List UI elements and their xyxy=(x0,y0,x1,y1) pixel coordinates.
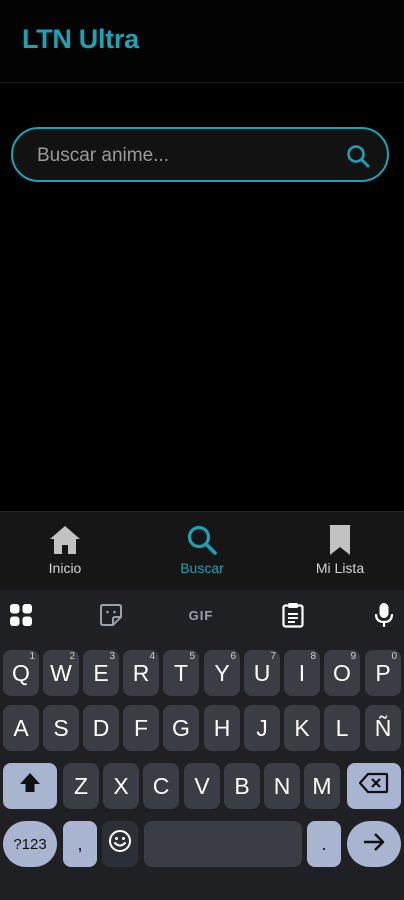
nav-label-inicio: Inicio xyxy=(48,560,82,576)
key-i[interactable]: I8 xyxy=(284,650,320,696)
key-g[interactable]: G xyxy=(163,705,199,751)
period-key[interactable]: . xyxy=(307,821,341,867)
shift-key[interactable] xyxy=(3,763,57,809)
symbols-key[interactable]: ?123 xyxy=(3,821,57,867)
gif-button[interactable]: GIF xyxy=(186,600,216,630)
clipboard-icon[interactable] xyxy=(278,600,308,630)
key-label: Y xyxy=(214,659,230,686)
key-j[interactable]: J xyxy=(244,705,280,751)
key-v[interactable]: V xyxy=(184,763,220,809)
key-d[interactable]: D xyxy=(83,705,119,751)
enter-key[interactable] xyxy=(347,821,401,867)
mic-icon[interactable] xyxy=(369,600,399,630)
app-header: LTN Ultra xyxy=(0,0,404,83)
sticker-icon[interactable] xyxy=(96,600,126,630)
key-q[interactable]: Q1 xyxy=(3,650,39,696)
nav-item-buscar[interactable]: Buscar xyxy=(147,524,257,576)
key-u[interactable]: U7 xyxy=(244,650,280,696)
key-hint: 5 xyxy=(189,651,195,662)
backspace-key[interactable] xyxy=(347,763,401,809)
key-label: T xyxy=(173,659,189,686)
search-icon xyxy=(147,524,257,556)
bookmark-icon xyxy=(285,524,395,556)
nav-item-inicio[interactable]: Inicio xyxy=(10,524,120,576)
key-label: I xyxy=(298,659,306,686)
key-m[interactable]: M xyxy=(304,763,340,809)
key-h[interactable]: H xyxy=(204,705,240,751)
key-label: P xyxy=(375,659,391,686)
arrow-right-icon xyxy=(362,831,386,858)
search-icon[interactable] xyxy=(345,143,371,169)
key-hint: 7 xyxy=(270,651,276,662)
key-w[interactable]: W2 xyxy=(43,650,79,696)
emoji-key[interactable] xyxy=(102,821,138,867)
key-hint: 9 xyxy=(350,651,356,662)
backspace-icon xyxy=(358,772,389,800)
emoji-icon xyxy=(108,829,132,859)
key-n[interactable]: N xyxy=(264,763,300,809)
search-input[interactable] xyxy=(35,129,339,182)
key-enye[interactable]: Ñ xyxy=(365,705,401,751)
key-hint: 2 xyxy=(69,651,75,662)
key-b[interactable]: B xyxy=(224,763,260,809)
key-label: U xyxy=(253,659,271,686)
key-hint: 1 xyxy=(29,651,35,662)
key-p[interactable]: P0 xyxy=(365,650,401,696)
key-label: W xyxy=(50,659,72,686)
key-label: Q xyxy=(12,659,30,686)
key-k[interactable]: K xyxy=(284,705,320,751)
home-icon xyxy=(10,524,120,556)
space-key[interactable] xyxy=(144,821,302,867)
key-hint: 3 xyxy=(109,651,115,662)
comma-key[interactable]: , xyxy=(63,821,97,867)
nav-item-mi-lista[interactable]: Mi Lista xyxy=(285,524,395,576)
key-c[interactable]: C xyxy=(143,763,179,809)
bottom-nav: Inicio Buscar Mi Lista xyxy=(0,511,404,591)
apps-icon[interactable] xyxy=(6,600,36,630)
keyboard: GIF Q1 W2 E3 R4 T5 Y6 U7 I8 O9 P0 A S D … xyxy=(0,590,404,900)
key-e[interactable]: E3 xyxy=(83,650,119,696)
key-hint: 0 xyxy=(391,651,397,662)
key-hint: 8 xyxy=(310,651,316,662)
app-title: LTN Ultra xyxy=(22,24,139,54)
key-x[interactable]: X xyxy=(103,763,139,809)
key-f[interactable]: F xyxy=(123,705,159,751)
key-o[interactable]: O9 xyxy=(324,650,360,696)
key-r[interactable]: R4 xyxy=(123,650,159,696)
shift-arrow-icon xyxy=(18,771,42,801)
key-a[interactable]: A xyxy=(3,705,39,751)
search-bar[interactable] xyxy=(11,127,389,182)
key-l[interactable]: L xyxy=(324,705,360,751)
key-y[interactable]: Y6 xyxy=(204,650,240,696)
key-z[interactable]: Z xyxy=(63,763,99,809)
nav-label-mi-lista: Mi Lista xyxy=(315,560,365,576)
key-label: O xyxy=(333,659,351,686)
key-s[interactable]: S xyxy=(43,705,79,751)
nav-label-buscar: Buscar xyxy=(180,560,224,576)
key-label: R xyxy=(132,659,150,686)
key-t[interactable]: T5 xyxy=(163,650,199,696)
key-hint: 6 xyxy=(230,651,236,662)
key-label: E xyxy=(93,659,109,686)
key-hint: 4 xyxy=(149,651,155,662)
